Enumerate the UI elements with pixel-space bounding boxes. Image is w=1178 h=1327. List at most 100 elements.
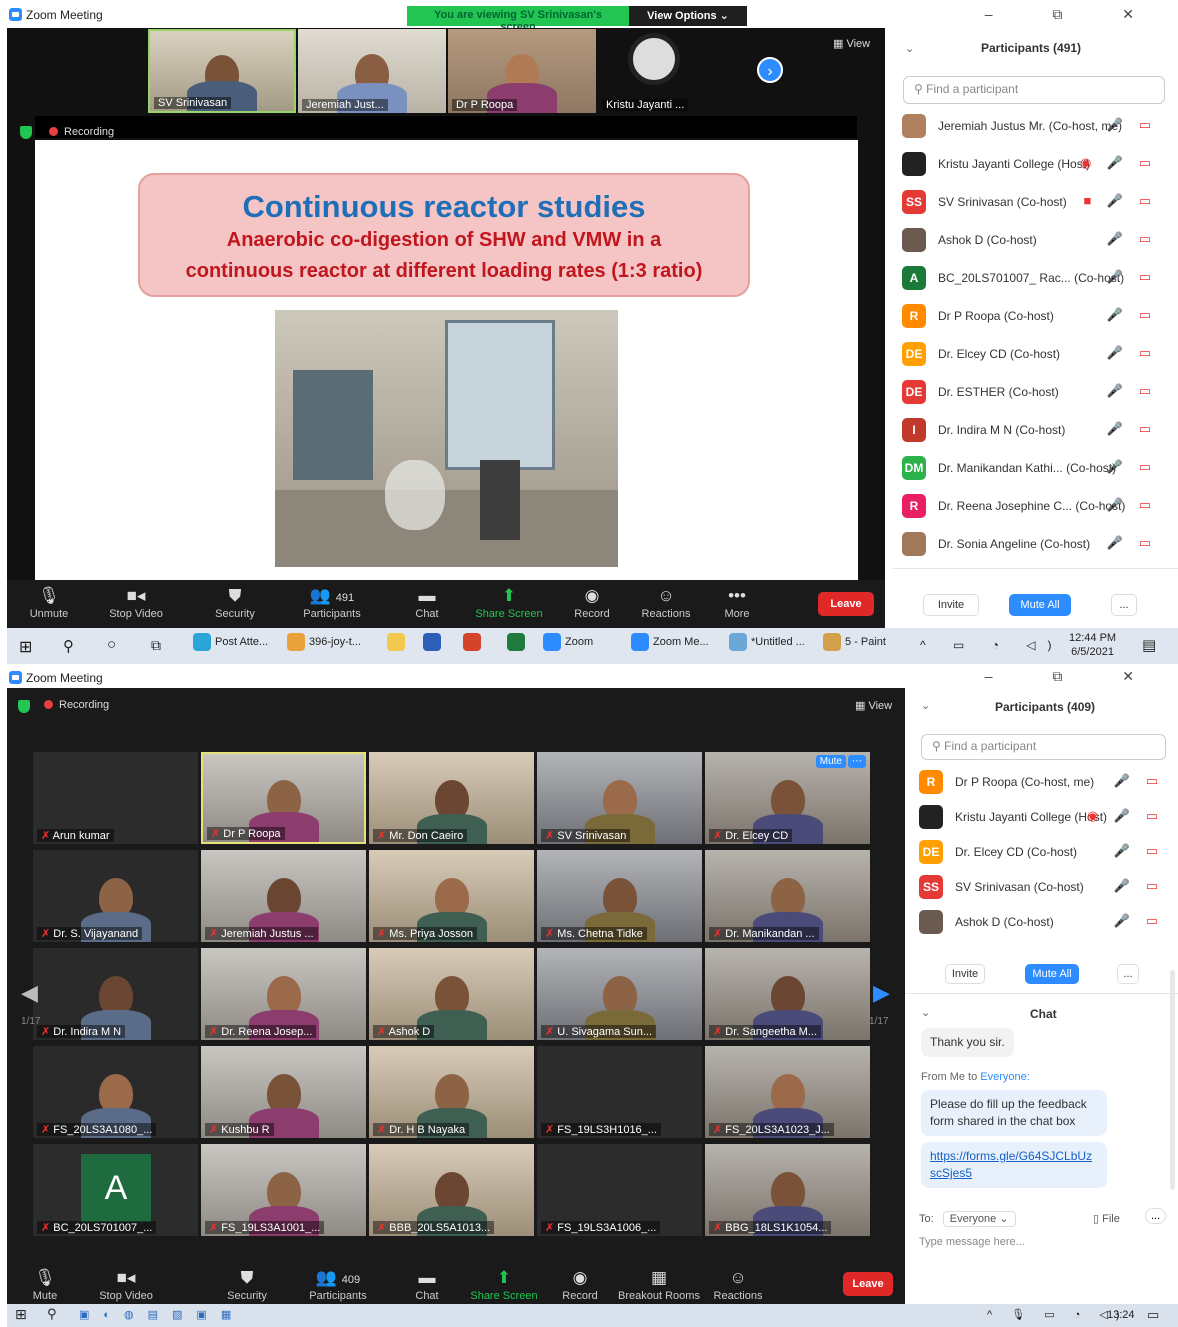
participant-status-icons[interactable]: 🎤 ▭ (1107, 421, 1157, 437)
participant-status-icons[interactable]: 🎤 ▭ (1107, 117, 1157, 133)
previous-page-arrow-icon[interactable]: ◀ (21, 980, 38, 1006)
video-tile[interactable]: A ✗ BC_20LS701007_... (33, 1144, 198, 1236)
security-button[interactable]: ⛊ Security (217, 1268, 277, 1302)
unmute-button[interactable]: 🎙 Unmute (21, 586, 77, 620)
participant-status-icons[interactable]: ◉ 🎤 ▭ (1080, 155, 1157, 171)
participant-status-icons[interactable]: 🎤 ▭ (1107, 231, 1157, 247)
video-tile[interactable]: ✗ FS_20LS3A1080_... (33, 1046, 198, 1138)
share-screen-button[interactable]: ⬆ Share Screen (467, 1268, 541, 1302)
participant-status-icons[interactable]: 🎤 ▭ (1107, 383, 1157, 399)
video-tile[interactable]: ✗ Dr. S. Vijayanand (33, 850, 198, 942)
pinned-apps-icons[interactable]: ▣◐◍▤▧▣▦ (79, 1308, 245, 1321)
participant-row[interactable]: Kristu Jayanti College (Host) ◉ 🎤 ▭ (919, 805, 1164, 840)
video-tile[interactable]: ✗ Dr. H B Nayaka (369, 1046, 534, 1138)
participant-row[interactable]: DM Dr. Manikandan Kathi... (Co-host) 🎤 ▭ (902, 456, 1157, 494)
windows-start-icon[interactable]: ⊞ (15, 1306, 27, 1323)
collapse-chevron-icon[interactable]: ⌄ (905, 42, 914, 55)
mute-participant-button[interactable]: Mute (815, 755, 846, 768)
clock[interactable]: 12:44 PM 6/5/2021 (1069, 631, 1116, 659)
video-tile[interactable]: ✗ BBG_18LS1K1054... (705, 1144, 870, 1236)
participant-row[interactable]: SS SV Srinivasan (Co-host) 🎤 ▭ (919, 875, 1164, 910)
share-screen-button[interactable]: ⬆ Share Screen (471, 586, 547, 620)
clock-time[interactable]: 13:24 (1107, 1309, 1135, 1321)
taskbar-app[interactable]: Zoom (543, 633, 593, 659)
participant-search-input[interactable]: ⚲ Find a participant (903, 76, 1165, 104)
participant-row[interactable]: Kristu Jayanti College (Host) ◉ 🎤 ▭ (902, 152, 1157, 190)
reactions-button[interactable]: ☺ Reactions (707, 1268, 769, 1302)
participant-status-icons[interactable]: 🎤 ▭ (1114, 913, 1164, 929)
stop-video-button[interactable]: ■◂ Stop Video (93, 1268, 159, 1302)
participant-status-icons[interactable]: 🎤 ▭ (1107, 345, 1157, 361)
cortana-icon[interactable]: ○ (107, 636, 116, 653)
video-thumbnail[interactable]: Jeremiah Just... (298, 29, 446, 113)
feedback-form-link[interactable]: https://forms.gle/G64SJCLbUzscSjes5 (930, 1149, 1092, 1180)
recipient-dropdown[interactable]: Everyone ⌄ (942, 1211, 1016, 1227)
participant-search-input[interactable]: ⚲ Find a participant (921, 734, 1166, 760)
video-tile[interactable]: ✗ FS_20LS3A1023_J... (705, 1046, 870, 1138)
view-button[interactable]: ▦ View (833, 37, 870, 50)
breakout-rooms-button[interactable]: ▦ Breakout Rooms (617, 1268, 701, 1302)
search-icon[interactable]: ⚲ (63, 637, 74, 655)
participant-status-icons[interactable]: ◉ 🎤 ▭ (1087, 808, 1164, 824)
security-button[interactable]: ⛊ Security (203, 586, 267, 620)
chat-collapse-icon[interactable]: ⌄ (921, 1006, 930, 1019)
participants-button[interactable]: 👥 409 Participants (303, 1268, 373, 1302)
file-button[interactable]: ▯ File (1093, 1212, 1120, 1225)
taskbar-app[interactable] (463, 633, 485, 659)
video-tile[interactable]: ✗ Mr. Don Caeiro (369, 752, 534, 844)
participant-status-icons[interactable]: 🎤 ▭ (1107, 459, 1157, 475)
windows-start-icon[interactable]: ⊞ (19, 637, 32, 657)
video-tile[interactable]: ✗ FS_19LS3A1006_... (537, 1144, 702, 1236)
video-tile[interactable]: ✗ Dr. Indira M N (33, 948, 198, 1040)
chat-message-input[interactable]: Type message here... (919, 1236, 1025, 1248)
participant-row[interactable]: R Dr P Roopa (Co-host, me) 🎤 ▭ (919, 770, 1164, 805)
chat-button[interactable]: ▬ Chat (405, 586, 449, 620)
video-tile[interactable]: ✗ SV Srinivasan (537, 752, 702, 844)
view-options-button[interactable]: View Options ⌄ (629, 6, 747, 26)
video-tile[interactable]: ✗ FS_19LS3A1001_... (201, 1144, 366, 1236)
participant-row[interactable]: DE Dr. ESTHER (Co-host) 🎤 ▭ (902, 380, 1157, 418)
next-page-arrow-icon[interactable]: › (757, 57, 783, 83)
video-tile[interactable]: ✗ Dr. Elcey CD Mute ⋯ (705, 752, 870, 844)
panel-more-button[interactable]: ... (1111, 594, 1137, 616)
window-controls[interactable]: – ⧉ ✕ (985, 6, 1162, 23)
taskbar-app[interactable]: *Untitled ... (729, 633, 805, 659)
leave-button[interactable]: Leave (818, 592, 874, 616)
participant-row[interactable]: SS SV Srinivasan (Co-host) ■ 🎤 ▭ (902, 190, 1157, 228)
participant-row[interactable]: Dr. Sonia Angeline (Co-host) 🎤 ▭ (902, 532, 1157, 570)
taskbar-app[interactable] (423, 633, 445, 659)
chat-more-button[interactable]: ... (1145, 1208, 1167, 1224)
video-thumbnail[interactable]: Dr P Roopa (448, 29, 596, 113)
taskbar-app[interactable]: Zoom Me... (631, 633, 709, 659)
video-tile[interactable]: ✗ FS_19LS3H1016_... (537, 1046, 702, 1138)
chat-scrollbar[interactable] (1170, 970, 1175, 1190)
video-tile[interactable]: ✗ Kushbu R (201, 1046, 366, 1138)
invite-button[interactable]: Invite (923, 594, 979, 616)
video-tile[interactable]: ✗ Ms. Chetna Tidke (537, 850, 702, 942)
participant-row[interactable]: Ashok D (Co-host) 🎤 ▭ (919, 910, 1164, 945)
video-tile[interactable]: ✗ U. Sivagama Sun... (537, 948, 702, 1040)
taskbar-app[interactable]: 396-joy-t... (287, 633, 361, 659)
participant-row[interactable]: A BC_20LS701007_ Rac... (Co-host) 🎤 ▭ (902, 266, 1157, 304)
mute-all-button[interactable]: Mute All (1009, 594, 1071, 616)
participants-button[interactable]: 👥 491 Participants (297, 586, 367, 620)
participant-status-icons[interactable]: 🎤 ▭ (1107, 307, 1157, 323)
next-page-arrow-icon[interactable]: ▶ (873, 980, 890, 1006)
participant-status-icons[interactable]: 🎤 ▭ (1107, 269, 1157, 285)
video-tile[interactable]: ✗ BBB_20LS5A1013... (369, 1144, 534, 1236)
taskbar-app[interactable]: 5 - Paint (823, 633, 886, 659)
participant-status-icons[interactable]: ■ 🎤 ▭ (1083, 193, 1157, 209)
window-controls[interactable]: – ⧉ ✕ (985, 668, 1162, 685)
video-thumbnail[interactable]: SV Srinivasan (148, 29, 296, 113)
participant-status-icons[interactable]: 🎤 ▭ (1114, 878, 1164, 894)
leave-button[interactable]: Leave (843, 1272, 893, 1296)
participant-row[interactable]: Jeremiah Justus Mr. (Co-host, me) 🎤 ▭ (902, 114, 1157, 152)
participant-status-icons[interactable]: 🎤 ▭ (1114, 773, 1164, 789)
video-tile[interactable]: ✗ Dr. Manikandan ... (705, 850, 870, 942)
notification-icon[interactable]: ▭ (1147, 1307, 1159, 1323)
participant-row[interactable]: R Dr. Reena Josephine C... (Co-host) 🎤 ▭ (902, 494, 1157, 532)
system-tray-icons[interactable]: ^ ▭ ◔ ◁) (920, 638, 1063, 652)
collapse-chevron-icon[interactable]: ⌄ (921, 699, 930, 712)
chat-button[interactable]: ▬ Chat (407, 1268, 447, 1302)
video-tile[interactable]: ✗ Jeremiah Justus ... (201, 850, 366, 942)
